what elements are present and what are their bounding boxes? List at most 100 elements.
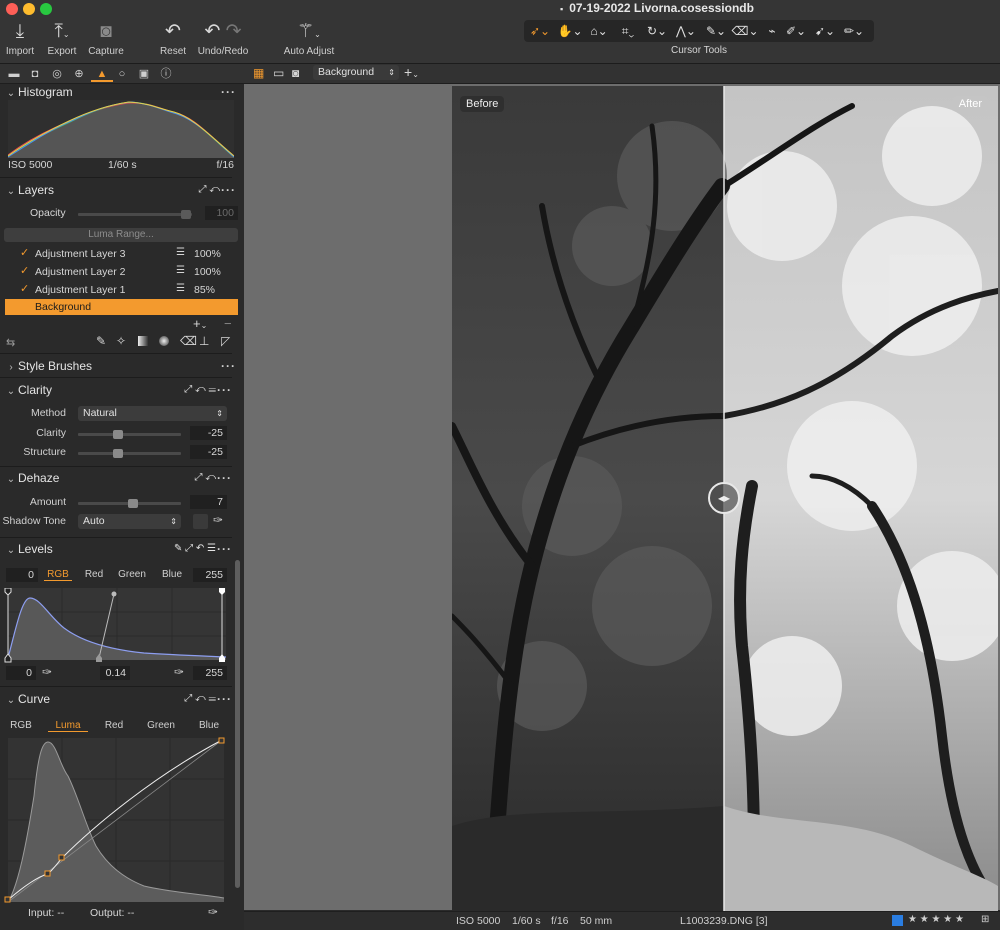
layer-row[interactable]: ✓ Adjustment Layer 2 ☰ 100% [4,264,238,281]
more-options-icon[interactable]: ··· [217,539,232,559]
opacity-slider[interactable] [78,213,192,216]
close-window-button[interactable] [6,3,18,15]
curve-picker-icon[interactable]: ✑ [208,905,218,919]
levels-tab-red[interactable]: Red [80,569,108,580]
curve-tab-blue[interactable]: Blue [194,720,224,731]
color-tab-icon[interactable]: ⊕ [71,66,87,82]
minimize-window-button[interactable] [23,3,35,15]
levels-tab-blue[interactable]: Blue [158,569,186,580]
layer-row[interactable]: ✓ Adjustment Layer 1 ☰ 85% [4,282,238,299]
lens-tab-icon[interactable]: ◎ [49,66,65,82]
grid-overlay-icon[interactable]: ⊞ [981,914,989,925]
structure-slider[interactable] [78,449,181,458]
output-high-value[interactable]: 255 [193,666,227,680]
more-options-icon[interactable]: ··· [217,468,232,488]
curve-tab-green[interactable]: Green [142,720,180,731]
picker-icon[interactable]: ✐⌄ [782,22,810,40]
curve-tab-rgb[interactable]: RGB [6,720,36,731]
curve-editor[interactable] [4,736,230,904]
checkbox-checked-icon[interactable]: ✓ [20,246,29,259]
luma-range-button[interactable]: Luma Range... [4,228,238,242]
more-options-icon[interactable]: ··· [221,82,236,102]
undo-redo-button[interactable]: ↶ ↷ Undo/Redo [196,18,250,57]
eraser-icon[interactable]: ◸ [221,334,230,348]
amount-slider-knob[interactable] [128,499,138,508]
input-high-value[interactable]: 255 [193,568,227,582]
amount-slider[interactable] [78,499,181,508]
expand-reset-list-icons[interactable]: ⤢ ↶ ☰ [184,689,216,709]
expand-reset-icons[interactable]: ⤢ ↶ [195,468,216,488]
exposure-tab-icon[interactable]: ▲ [91,66,113,82]
color-tag[interactable] [892,915,903,926]
white-point-picker-icon[interactable]: ✑ [174,665,184,679]
metadata-tab-icon[interactable]: ⓘ [158,66,174,82]
layer-row-selected[interactable]: Background [5,299,238,315]
linear-gradient-icon[interactable] [138,336,148,346]
clarity-slider[interactable] [78,430,181,439]
levels-tab-green[interactable]: Green [114,569,150,580]
more-options-icon[interactable]: ··· [221,180,236,200]
structure-value[interactable]: -25 [190,445,227,459]
layer-select[interactable]: Background ⇕ [313,65,399,80]
checkbox-checked-icon[interactable]: ✓ [20,264,29,277]
sliders-icon[interactable]: ☰ [176,265,185,276]
star-rating[interactable]: ★ ★ ★ ★ ★ [908,914,964,925]
opacity-slider-knob[interactable] [181,210,191,219]
picker-expand-reset-list-icons[interactable]: ✎ ⤢ ↶ ☰ [174,539,216,559]
capture-button[interactable]: ◙ Capture [86,18,126,57]
stamp-icon[interactable]: ⊥ [199,334,209,348]
midpoint-value[interactable]: 0.14 [100,666,130,680]
normalize-icon[interactable]: ➹⌄ [811,22,839,40]
crop-icon[interactable]: ⌗⌄ [614,22,642,40]
levels-histogram[interactable] [4,588,230,666]
layer-row[interactable]: ✓ Adjustment Layer 3 ☰ 100% [4,246,238,263]
clarity-header[interactable]: ⌄ Clarity ⤢ ↶ ☰ ··· [4,380,232,400]
expand-reset-list-icons[interactable]: ⤢ ↶ ☰ [184,380,216,400]
single-view-icon[interactable]: ▭ [273,66,284,80]
details-tab-icon[interactable]: ○ [114,66,130,82]
black-point-picker-icon[interactable]: ✑ [42,665,52,679]
method-select[interactable]: Natural ⇕ [78,406,227,421]
import-button[interactable]: ⤓ Import [2,18,38,57]
rotate-icon[interactable]: ↻⌄ [643,22,671,40]
shadow-tone-color-swatch[interactable] [193,514,208,529]
keystone-icon[interactable]: ⋀⌄ [672,22,700,40]
pan-hand-icon[interactable]: ✋⌄ [556,22,584,40]
adjustments-tab-icon[interactable]: ▣ [136,66,152,82]
sliders-icon[interactable]: ☰ [176,283,185,294]
expand-reset-icons[interactable]: ⤢ ↶ [199,180,220,200]
sliders-icon[interactable]: ☰ [176,247,185,258]
library-tab-icon[interactable]: ▬ [6,66,22,82]
loupe-icon[interactable]: ⌂⌄ [585,22,613,40]
more-options-icon[interactable]: ··· [221,356,236,376]
structure-slider-knob[interactable] [113,449,123,458]
select-cursor-icon[interactable]: ➶⌄ [526,22,554,40]
levels-tab-rgb[interactable]: RGB [44,569,72,581]
style-brushes-header[interactable]: › Style Brushes ··· [4,356,240,376]
grid-view-icon[interactable]: ▦ [253,66,264,80]
auto-adjust-button[interactable]: ⚚⌄ Auto Adjust [280,18,338,57]
capture-tab-icon[interactable]: ◘ [27,66,43,82]
swap-icon[interactable]: ⇆ [6,336,15,349]
photo-preview[interactable]: Before After ◂▸ [452,86,998,911]
opacity-value[interactable]: 100 [205,206,238,220]
amount-value[interactable]: 7 [190,495,227,509]
histogram-header[interactable]: ⌄ Histogram ··· [4,82,240,102]
clarity-slider-knob[interactable] [113,430,123,439]
curve-tab-luma[interactable]: Luma [48,720,88,732]
remove-layer-icon[interactable]: − [224,316,232,331]
brush-icon[interactable]: ✎⌄ [702,22,730,40]
output-low-value[interactable]: 0 [6,666,36,680]
shadow-tone-select[interactable]: Auto ⇕ [78,514,181,529]
curve-tab-red[interactable]: Red [100,720,128,731]
eraser-icon[interactable]: ⌫⌄ [731,22,759,40]
levels-header[interactable]: ⌄ Levels ✎ ⤢ ↶ ☰ ··· [4,539,232,559]
dehaze-header[interactable]: ⌄ Dehaze ⤢ ↶ ··· [4,468,232,488]
compare-view-icon[interactable]: ◙ [292,66,299,80]
layers-header[interactable]: ⌄ Layers ⤢ ↶ ··· [4,180,240,200]
color-picker-icon[interactable]: ✑ [213,513,223,527]
add-layer-icon[interactable]: +⌄ [404,64,419,80]
export-button[interactable]: ⤒⌄ Export [44,18,80,57]
annotate-icon[interactable]: ✏⌄ [840,22,868,40]
radial-gradient-icon[interactable] [159,336,169,346]
